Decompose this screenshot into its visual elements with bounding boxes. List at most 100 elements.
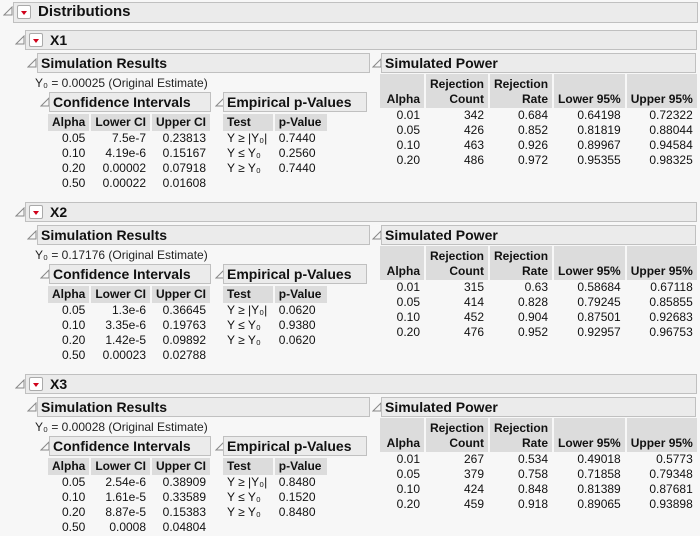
empirical-p-values-table: Test p-Value Y ≥ |Y₀| 0.7440 Y ≤ Y₀ 0.2560 Y ≥… (221, 114, 329, 176)
disclosure-triangle-icon[interactable] (15, 379, 25, 389)
column-header: Upper 95% (626, 74, 697, 108)
simulated-power-header[interactable]: Simulated Power (381, 225, 696, 245)
table-row: 0.10 3.35e-6 0.19763 (48, 318, 210, 333)
table-row: Y ≤ Y₀ 0.1520 (223, 490, 327, 505)
simulated-power-title: Simulated Power (385, 55, 498, 71)
column-header: Alpha (48, 114, 90, 131)
table-cell: 0.758 (518, 467, 549, 481)
table-cell: 0.38909 (162, 475, 207, 489)
table-cell: 0.05 (61, 303, 86, 317)
disclosure-triangle-icon[interactable] (27, 402, 37, 412)
table-cell: Y ≥ Y₀ (227, 161, 261, 175)
variable-header[interactable]: X2 (25, 202, 697, 222)
empirical-p-values-table: Test p-Value Y ≥ |Y₀| 0.0620 Y ≤ Y₀ 0.9380 Y ≥… (221, 286, 329, 348)
confidence-intervals-title: Confidence Intervals (53, 94, 191, 110)
table-row: 0.10 463 0.926 0.89967 0.94584 (380, 138, 697, 153)
table-row: 0.05 1.3e-6 0.36645 (48, 303, 210, 318)
table-cell: 1.3e-6 (111, 303, 147, 317)
disclosure-triangle-icon[interactable] (27, 230, 37, 240)
simulation-results-header[interactable]: Simulation Results (37, 397, 370, 417)
table-cell: 3.35e-6 (105, 318, 147, 332)
confidence-intervals-table: Alpha Lower CI Upper CI 0.05 2.54e-6 0.38909 0… (46, 458, 212, 535)
table-row: 0.10 4.19e-6 0.15167 (48, 146, 210, 161)
empirical-p-values-header[interactable]: Empirical p-Values (223, 264, 367, 284)
table-row: 0.05 7.5e-7 0.23813 (48, 131, 210, 146)
column-header: Rejection Count (426, 74, 489, 108)
variable-name: X2 (50, 204, 68, 220)
simulation-results-title: Simulation Results (41, 399, 168, 415)
red-triangle-menu-icon[interactable] (29, 205, 43, 219)
red-triangle-menu-icon[interactable] (17, 5, 31, 19)
column-header: Lower 95% (554, 74, 625, 108)
disclosure-triangle-icon[interactable] (3, 6, 13, 16)
confidence-intervals-table: Alpha Lower CI Upper CI 0.05 7.5e-7 0.23813 0.… (46, 114, 212, 191)
empirical-p-values-header[interactable]: Empirical p-Values (223, 92, 367, 112)
disclosure-triangle-icon[interactable] (27, 58, 37, 68)
table-cell: 0.50 (61, 520, 86, 534)
table-cell: 0.92683 (649, 310, 693, 324)
empirical-p-values-title: Empirical p-Values (227, 438, 352, 454)
red-triangle-menu-icon[interactable] (29, 33, 43, 47)
table-row: Y ≥ |Y₀| 0.8480 (223, 475, 327, 490)
simulated-power-header[interactable]: Simulated Power (381, 53, 696, 73)
simulated-power-title: Simulated Power (385, 227, 498, 243)
disclosure-triangle-icon[interactable] (15, 207, 25, 217)
table-cell: 0.01 (396, 280, 420, 294)
column-header: Alpha (380, 74, 424, 108)
table-cell: 0.00002 (102, 161, 147, 175)
confidence-intervals-title: Confidence Intervals (53, 266, 191, 282)
table-cell: 0.96753 (649, 325, 693, 339)
table-row: 0.20 0.00002 0.07918 (48, 161, 210, 176)
table-row: Y ≤ Y₀ 0.2560 (223, 146, 327, 161)
table-row: 0.05 414 0.828 0.79245 0.85855 (380, 295, 697, 310)
table-cell: 0.07918 (162, 161, 207, 175)
variable-header[interactable]: X1 (25, 30, 697, 50)
table-cell: Y ≥ Y₀ (227, 505, 261, 519)
column-header: p-Value (274, 458, 328, 475)
table-cell: 459 (463, 497, 485, 511)
original-estimate-text: Y₀ = 0.00025 (Original Estimate) (35, 76, 208, 90)
table-cell: 0.7440 (278, 131, 316, 145)
table-cell: 0.79245 (577, 295, 621, 309)
table-row: Y ≥ Y₀ 0.7440 (223, 161, 327, 176)
column-header: Rejection Rate (490, 418, 553, 452)
variable-header[interactable]: X3 (25, 374, 697, 394)
table-cell: 0.79348 (649, 467, 693, 481)
simulation-results-header[interactable]: Simulation Results (37, 53, 370, 73)
table-cell: 0.8480 (278, 505, 316, 519)
distributions-title: Distributions (38, 3, 131, 20)
distributions-header[interactable]: Distributions (13, 2, 698, 23)
disclosure-triangle-icon[interactable] (15, 35, 25, 45)
table-cell: 0.23813 (162, 131, 207, 145)
table-cell: Y ≥ |Y₀| (227, 475, 268, 489)
simulation-results-title: Simulation Results (41, 55, 168, 71)
table-cell: 0.19763 (162, 318, 207, 332)
simulation-results-title: Simulation Results (41, 227, 168, 243)
table-cell: 0.09892 (162, 333, 207, 347)
confidence-intervals-header[interactable]: Confidence Intervals (49, 436, 211, 456)
column-header: Test (223, 114, 273, 131)
column-header: Rejection Rate (490, 246, 553, 280)
table-cell: 0.05 (396, 123, 420, 137)
table-cell: Y ≤ Y₀ (227, 490, 261, 504)
confidence-intervals-table: Alpha Lower CI Upper CI 0.05 1.3e-6 0.36645 0.… (46, 286, 212, 363)
confidence-intervals-header[interactable]: Confidence Intervals (49, 92, 211, 112)
table-cell: 0.87681 (649, 482, 693, 496)
confidence-intervals-header[interactable]: Confidence Intervals (49, 264, 211, 284)
table-cell: 0.89967 (577, 138, 621, 152)
simulation-results-header[interactable]: Simulation Results (37, 225, 370, 245)
empirical-p-values-header[interactable]: Empirical p-Values (223, 436, 367, 456)
simulated-power-header[interactable]: Simulated Power (381, 397, 696, 417)
column-header: Lower CI (91, 458, 151, 475)
table-cell: 0.534 (518, 452, 549, 466)
column-header: p-Value (274, 114, 328, 131)
table-cell: 0.20 (396, 153, 420, 167)
column-header: Rejection Count (426, 246, 489, 280)
red-triangle-menu-icon[interactable] (29, 377, 43, 391)
column-header: Lower CI (91, 286, 151, 303)
table-row: Y ≥ |Y₀| 0.7440 (223, 131, 327, 146)
table-cell: 0.50 (61, 348, 86, 362)
table-cell: Y ≥ |Y₀| (227, 131, 268, 145)
table-cell: 0.05 (61, 475, 86, 489)
table-cell: 0.15167 (162, 146, 207, 160)
